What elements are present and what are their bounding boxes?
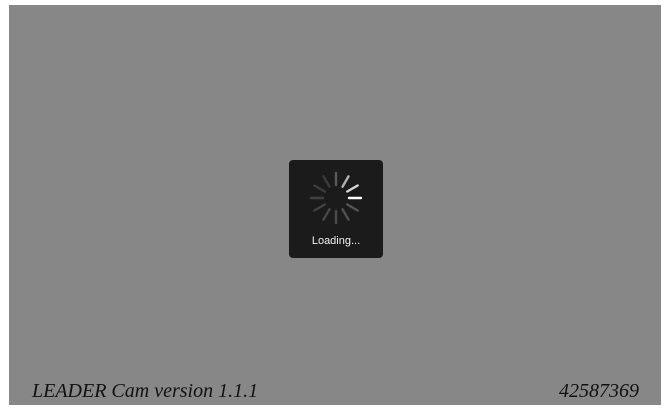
device-id-label: 42587369: [559, 380, 639, 402]
spinner-icon: [309, 171, 363, 225]
version-label: LEADER Cam version 1.1.1: [32, 380, 259, 402]
video-preview-area: Loading... LEADER Cam version 1.1.1 4258…: [9, 5, 661, 405]
loading-label: Loading...: [311, 235, 361, 247]
loading-indicator: Loading...: [289, 160, 383, 258]
